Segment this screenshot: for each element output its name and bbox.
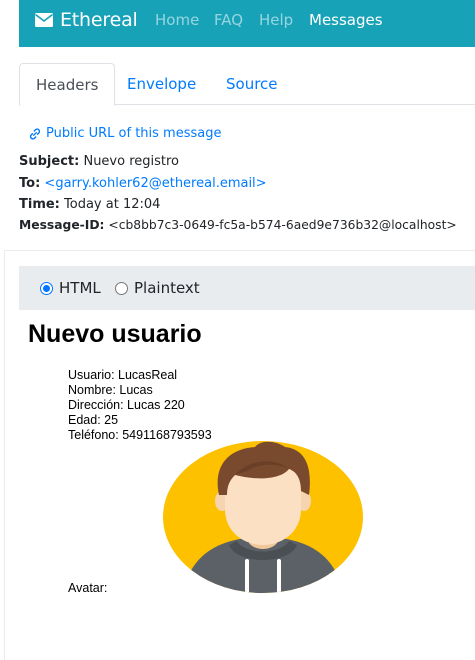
avatar-image bbox=[163, 441, 363, 593]
radio-html-button[interactable] bbox=[40, 281, 53, 295]
info-nombre: Nombre: Lucas bbox=[68, 383, 153, 397]
link-icon bbox=[29, 128, 41, 139]
envelope-icon bbox=[35, 13, 53, 27]
tab-envelope[interactable]: Envelope bbox=[111, 63, 212, 105]
radio-plaintext-button[interactable] bbox=[115, 281, 128, 295]
info-direccion: Dirección: Lucas 220 bbox=[68, 398, 185, 412]
radio-plaintext[interactable]: Plaintext bbox=[115, 279, 200, 297]
message-id-row: Message-ID: <cb8bb7c3-0649-fc5a-b574-6ae… bbox=[19, 218, 457, 232]
nav-link-faq[interactable]: FAQ bbox=[214, 11, 243, 29]
public-url-link[interactable]: Public URL of this message bbox=[28, 126, 221, 141]
time-label: Time: bbox=[19, 197, 60, 212]
nav-link-home[interactable]: Home bbox=[155, 11, 199, 29]
nav-link-help[interactable]: Help bbox=[259, 11, 293, 29]
view-toggle-bar: HTML Plaintext bbox=[19, 266, 475, 310]
message-id-value: <cb8bb7c3-0649-fc5a-b574-6aed9e736b32@lo… bbox=[108, 218, 457, 232]
public-url-label[interactable]: Public URL of this message bbox=[46, 126, 221, 141]
tab-source[interactable]: Source bbox=[210, 63, 294, 105]
brand-name: Ethereal bbox=[60, 9, 138, 31]
subject-label: Subject: bbox=[19, 154, 80, 169]
info-edad: Edad: 25 bbox=[68, 413, 119, 427]
brand-logo[interactable]: Ethereal bbox=[34, 8, 138, 32]
radio-plaintext-label[interactable]: Plaintext bbox=[134, 279, 200, 297]
radio-html[interactable]: HTML bbox=[40, 279, 101, 297]
to-label: To: bbox=[19, 176, 41, 191]
avatar-label: Avatar: bbox=[68, 581, 108, 595]
info-usuario: Usuario: LucasReal bbox=[68, 368, 178, 382]
to-address-link[interactable]: <garry.kohler62@ethereal.email> bbox=[44, 176, 266, 191]
to-row: To: <garry.kohler62@ethereal.email> bbox=[19, 176, 267, 191]
top-navbar: Ethereal Home FAQ Help Messages bbox=[19, 0, 475, 47]
time-row: Time: Today at 12:04 bbox=[19, 197, 160, 212]
email-heading: Nuevo usuario bbox=[28, 320, 202, 348]
message-id-label: Message-ID: bbox=[19, 218, 105, 232]
subject-value: Nuevo registro bbox=[83, 154, 180, 169]
subject-row: Subject: Nuevo registro bbox=[19, 154, 179, 169]
message-tabs: Headers Envelope Source bbox=[19, 63, 475, 106]
time-value: Today at 12:04 bbox=[64, 197, 161, 212]
radio-html-label[interactable]: HTML bbox=[59, 279, 101, 297]
tab-headers[interactable]: Headers bbox=[19, 63, 116, 106]
nav-link-messages[interactable]: Messages bbox=[309, 11, 383, 29]
